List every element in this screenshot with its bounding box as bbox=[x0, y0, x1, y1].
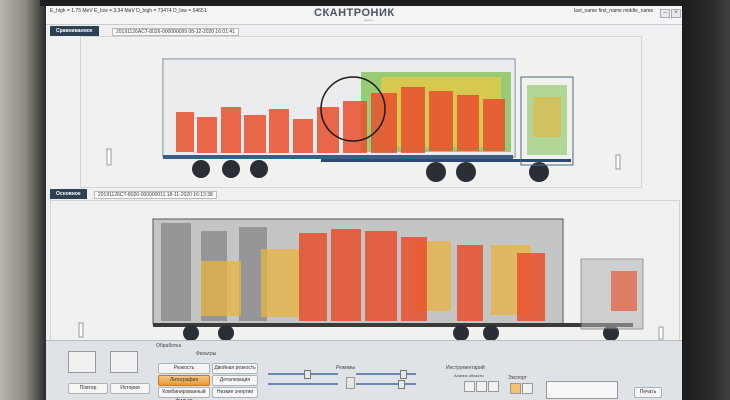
mode-slider-2[interactable] bbox=[268, 383, 338, 385]
monitor-bezel-right bbox=[682, 0, 730, 400]
modes-label: Режимы bbox=[336, 365, 356, 371]
filters-label: Фильтры bbox=[196, 351, 217, 357]
user-name: last_name first_name middle_name bbox=[574, 8, 654, 14]
main-tab[interactable]: Основное bbox=[50, 189, 87, 199]
compare-icon[interactable] bbox=[68, 351, 96, 373]
mode-slider-1-knob[interactable] bbox=[304, 370, 311, 379]
print-button[interactable]: Печать bbox=[634, 387, 662, 398]
lithography-button[interactable]: Литография bbox=[158, 375, 210, 386]
history-button[interactable]: История bbox=[110, 383, 150, 394]
thumbnail-preview[interactable] bbox=[546, 381, 618, 399]
compare-tab[interactable]: Сравниваемое bbox=[50, 26, 99, 36]
app-logo: СКАНТРОНИК bbox=[314, 7, 395, 19]
zoom-icon[interactable] bbox=[464, 381, 475, 392]
ruler-icon[interactable] bbox=[476, 381, 487, 392]
low-energy-button[interactable]: Низкие энергии bbox=[212, 387, 258, 398]
compare-scan-info: 20191126ACT-8026-000000099 08-12-2020 16… bbox=[112, 28, 239, 36]
double-sharpness-button[interactable]: Двойная резкость bbox=[212, 363, 258, 374]
mode-slider-3[interactable] bbox=[356, 373, 416, 375]
scanner-app-window: E_high = 1.75 MeV E_low = 3.34 MeV D_hig… bbox=[46, 6, 682, 400]
sharpness-button[interactable]: Резкость bbox=[158, 363, 210, 374]
title-bar: E_high = 1.75 MeV E_low = 3.34 MeV D_hig… bbox=[46, 6, 682, 25]
marker-icon[interactable] bbox=[488, 381, 499, 392]
mode-slider-3-knob[interactable] bbox=[400, 370, 407, 379]
truck-scan-main bbox=[78, 218, 664, 341]
truck-scan-compare bbox=[106, 58, 621, 182]
main-xray-image[interactable] bbox=[50, 200, 680, 342]
combined-filter-button[interactable]: Комбинированный фильтр bbox=[158, 387, 210, 400]
minimize-icon[interactable]: – bbox=[660, 9, 670, 18]
mode-selector-icon[interactable] bbox=[346, 377, 355, 389]
processing-label: Обработка bbox=[156, 343, 182, 349]
area-analysis-label: Анализ области bbox=[454, 373, 484, 378]
export-label: Экспорт bbox=[508, 375, 527, 381]
repeat-button[interactable]: Повтор bbox=[68, 383, 108, 394]
main-scan-info: 20191126CT-8026-000000011 18-11-2020 16:… bbox=[94, 191, 217, 199]
mode-slider-4-knob[interactable] bbox=[398, 380, 405, 389]
close-icon[interactable]: × bbox=[671, 9, 681, 18]
compare-pane-header: Сравниваемое 20191126ACT-8026-000000099 … bbox=[50, 26, 678, 36]
monitor-bezel-left bbox=[0, 0, 46, 400]
bottom-toolbar: Повтор История Обработка Резкость Литогр… bbox=[46, 340, 682, 400]
compare-xray-image[interactable] bbox=[80, 36, 642, 188]
detail-button[interactable]: Детализация bbox=[212, 375, 258, 386]
export-icon[interactable] bbox=[510, 383, 521, 394]
app-logo-subtitle: system bbox=[364, 18, 374, 22]
mode-slider-1[interactable] bbox=[268, 373, 338, 375]
save-icon[interactable] bbox=[522, 383, 533, 394]
main-pane-header: Основное 20191126CT-8026-000000011 18-11… bbox=[50, 189, 678, 199]
mode-slider-4[interactable] bbox=[356, 383, 416, 385]
energy-readout: E_high = 1.75 MeV E_low = 3.34 MeV D_hig… bbox=[50, 8, 207, 14]
swap-icon[interactable] bbox=[110, 351, 138, 373]
tools-label: Инструментарий bbox=[446, 365, 485, 371]
